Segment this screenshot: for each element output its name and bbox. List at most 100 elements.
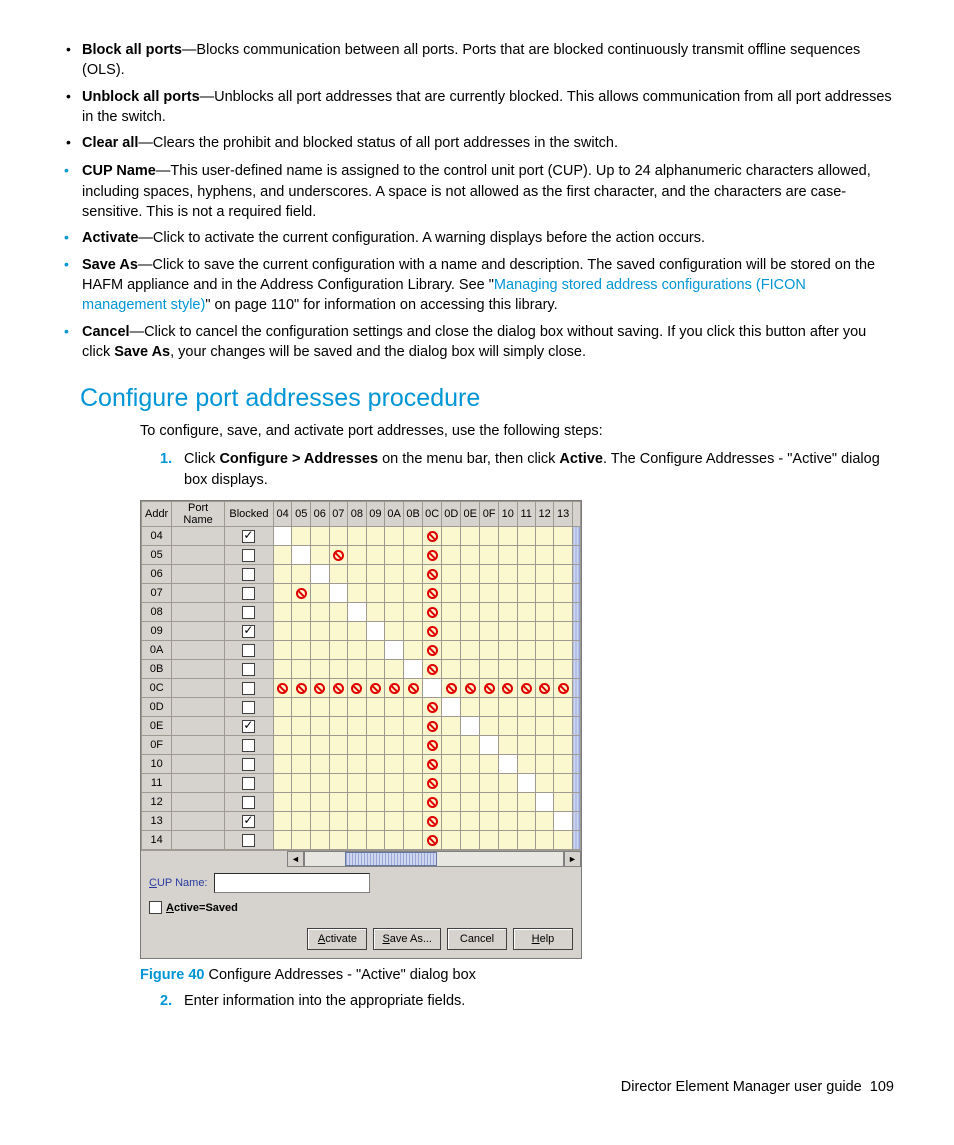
matrix-cell[interactable] xyxy=(273,641,292,660)
matrix-cell[interactable] xyxy=(517,546,535,565)
matrix-cell[interactable] xyxy=(292,565,311,584)
matrix-cell[interactable] xyxy=(329,736,348,755)
matrix-cell[interactable] xyxy=(273,622,292,641)
matrix-cell[interactable] xyxy=(404,584,423,603)
matrix-cell[interactable] xyxy=(461,812,480,831)
matrix-cell[interactable] xyxy=(273,679,292,698)
matrix-cell[interactable] xyxy=(442,603,461,622)
matrix-cell[interactable] xyxy=(442,736,461,755)
blocked-checkbox[interactable] xyxy=(224,584,273,603)
matrix-cell[interactable] xyxy=(329,622,348,641)
matrix-cell[interactable] xyxy=(348,660,367,679)
matrix-cell[interactable] xyxy=(292,812,311,831)
matrix-cell[interactable] xyxy=(385,641,404,660)
matrix-cell[interactable] xyxy=(366,812,385,831)
matrix-cell[interactable] xyxy=(404,546,423,565)
matrix-cell[interactable] xyxy=(535,641,554,660)
matrix-cell[interactable] xyxy=(517,736,535,755)
matrix-cell[interactable] xyxy=(498,774,517,793)
matrix-cell[interactable] xyxy=(517,527,535,546)
matrix-cell[interactable] xyxy=(273,717,292,736)
matrix-cell[interactable] xyxy=(423,755,442,774)
matrix-cell[interactable] xyxy=(348,641,367,660)
matrix-cell[interactable] xyxy=(535,622,554,641)
matrix-cell[interactable] xyxy=(442,546,461,565)
blocked-checkbox[interactable] xyxy=(224,736,273,755)
matrix-cell[interactable] xyxy=(385,546,404,565)
matrix-cell[interactable] xyxy=(498,831,517,850)
matrix-cell[interactable] xyxy=(404,603,423,622)
blocked-checkbox[interactable] xyxy=(224,622,273,641)
matrix-cell[interactable] xyxy=(366,831,385,850)
matrix-cell[interactable] xyxy=(498,793,517,812)
matrix-cell[interactable] xyxy=(311,755,330,774)
matrix-cell[interactable] xyxy=(480,660,499,679)
matrix-cell[interactable] xyxy=(535,736,554,755)
matrix-cell[interactable] xyxy=(404,698,423,717)
matrix-cell[interactable] xyxy=(404,736,423,755)
matrix-cell[interactable] xyxy=(535,603,554,622)
matrix-cell[interactable] xyxy=(442,660,461,679)
matrix-cell[interactable] xyxy=(273,527,292,546)
save-as-button[interactable]: Save As... xyxy=(373,928,441,950)
matrix-cell[interactable] xyxy=(385,584,404,603)
matrix-cell[interactable] xyxy=(423,831,442,850)
matrix-cell[interactable] xyxy=(535,584,554,603)
matrix-cell[interactable] xyxy=(517,812,535,831)
matrix-cell[interactable] xyxy=(554,546,573,565)
matrix-cell[interactable] xyxy=(554,831,573,850)
matrix-cell[interactable] xyxy=(480,736,499,755)
matrix-cell[interactable] xyxy=(311,527,330,546)
matrix-cell[interactable] xyxy=(329,641,348,660)
matrix-cell[interactable] xyxy=(404,793,423,812)
matrix-cell[interactable] xyxy=(554,641,573,660)
matrix-cell[interactable] xyxy=(273,812,292,831)
matrix-cell[interactable] xyxy=(329,793,348,812)
matrix-cell[interactable] xyxy=(517,641,535,660)
matrix-cell[interactable] xyxy=(442,774,461,793)
blocked-checkbox[interactable] xyxy=(224,546,273,565)
scroll-left-arrow[interactable]: ◄ xyxy=(287,851,304,867)
matrix-cell[interactable] xyxy=(385,679,404,698)
matrix-cell[interactable] xyxy=(517,698,535,717)
blocked-checkbox[interactable] xyxy=(224,774,273,793)
cross-reference-link[interactable]: Managing stored address configurations (… xyxy=(82,277,806,313)
blocked-checkbox[interactable] xyxy=(224,755,273,774)
matrix-cell[interactable] xyxy=(442,698,461,717)
matrix-cell[interactable] xyxy=(366,603,385,622)
matrix-cell[interactable] xyxy=(480,565,499,584)
matrix-cell[interactable] xyxy=(329,831,348,850)
matrix-cell[interactable] xyxy=(498,527,517,546)
matrix-cell[interactable] xyxy=(404,660,423,679)
matrix-cell[interactable] xyxy=(517,660,535,679)
matrix-cell[interactable] xyxy=(292,584,311,603)
matrix-cell[interactable] xyxy=(423,793,442,812)
matrix-cell[interactable] xyxy=(366,565,385,584)
matrix-cell[interactable] xyxy=(385,565,404,584)
matrix-cell[interactable] xyxy=(442,679,461,698)
matrix-cell[interactable] xyxy=(385,698,404,717)
matrix-cell[interactable] xyxy=(442,622,461,641)
matrix-cell[interactable] xyxy=(498,622,517,641)
active-saved-checkbox[interactable]: Active=Saved xyxy=(141,899,581,920)
activate-button[interactable]: Activate xyxy=(307,928,367,950)
matrix-cell[interactable] xyxy=(480,812,499,831)
matrix-cell[interactable] xyxy=(329,755,348,774)
matrix-cell[interactable] xyxy=(423,546,442,565)
matrix-cell[interactable] xyxy=(480,698,499,717)
matrix-cell[interactable] xyxy=(554,698,573,717)
matrix-cell[interactable] xyxy=(385,812,404,831)
matrix-cell[interactable] xyxy=(554,603,573,622)
matrix-cell[interactable] xyxy=(554,774,573,793)
blocked-checkbox[interactable] xyxy=(224,698,273,717)
matrix-cell[interactable] xyxy=(329,584,348,603)
matrix-cell[interactable] xyxy=(442,641,461,660)
matrix-cell[interactable] xyxy=(348,603,367,622)
matrix-cell[interactable] xyxy=(480,793,499,812)
matrix-cell[interactable] xyxy=(329,812,348,831)
matrix-cell[interactable] xyxy=(423,679,442,698)
matrix-cell[interactable] xyxy=(423,565,442,584)
matrix-cell[interactable] xyxy=(554,755,573,774)
matrix-cell[interactable] xyxy=(461,698,480,717)
matrix-cell[interactable] xyxy=(404,622,423,641)
